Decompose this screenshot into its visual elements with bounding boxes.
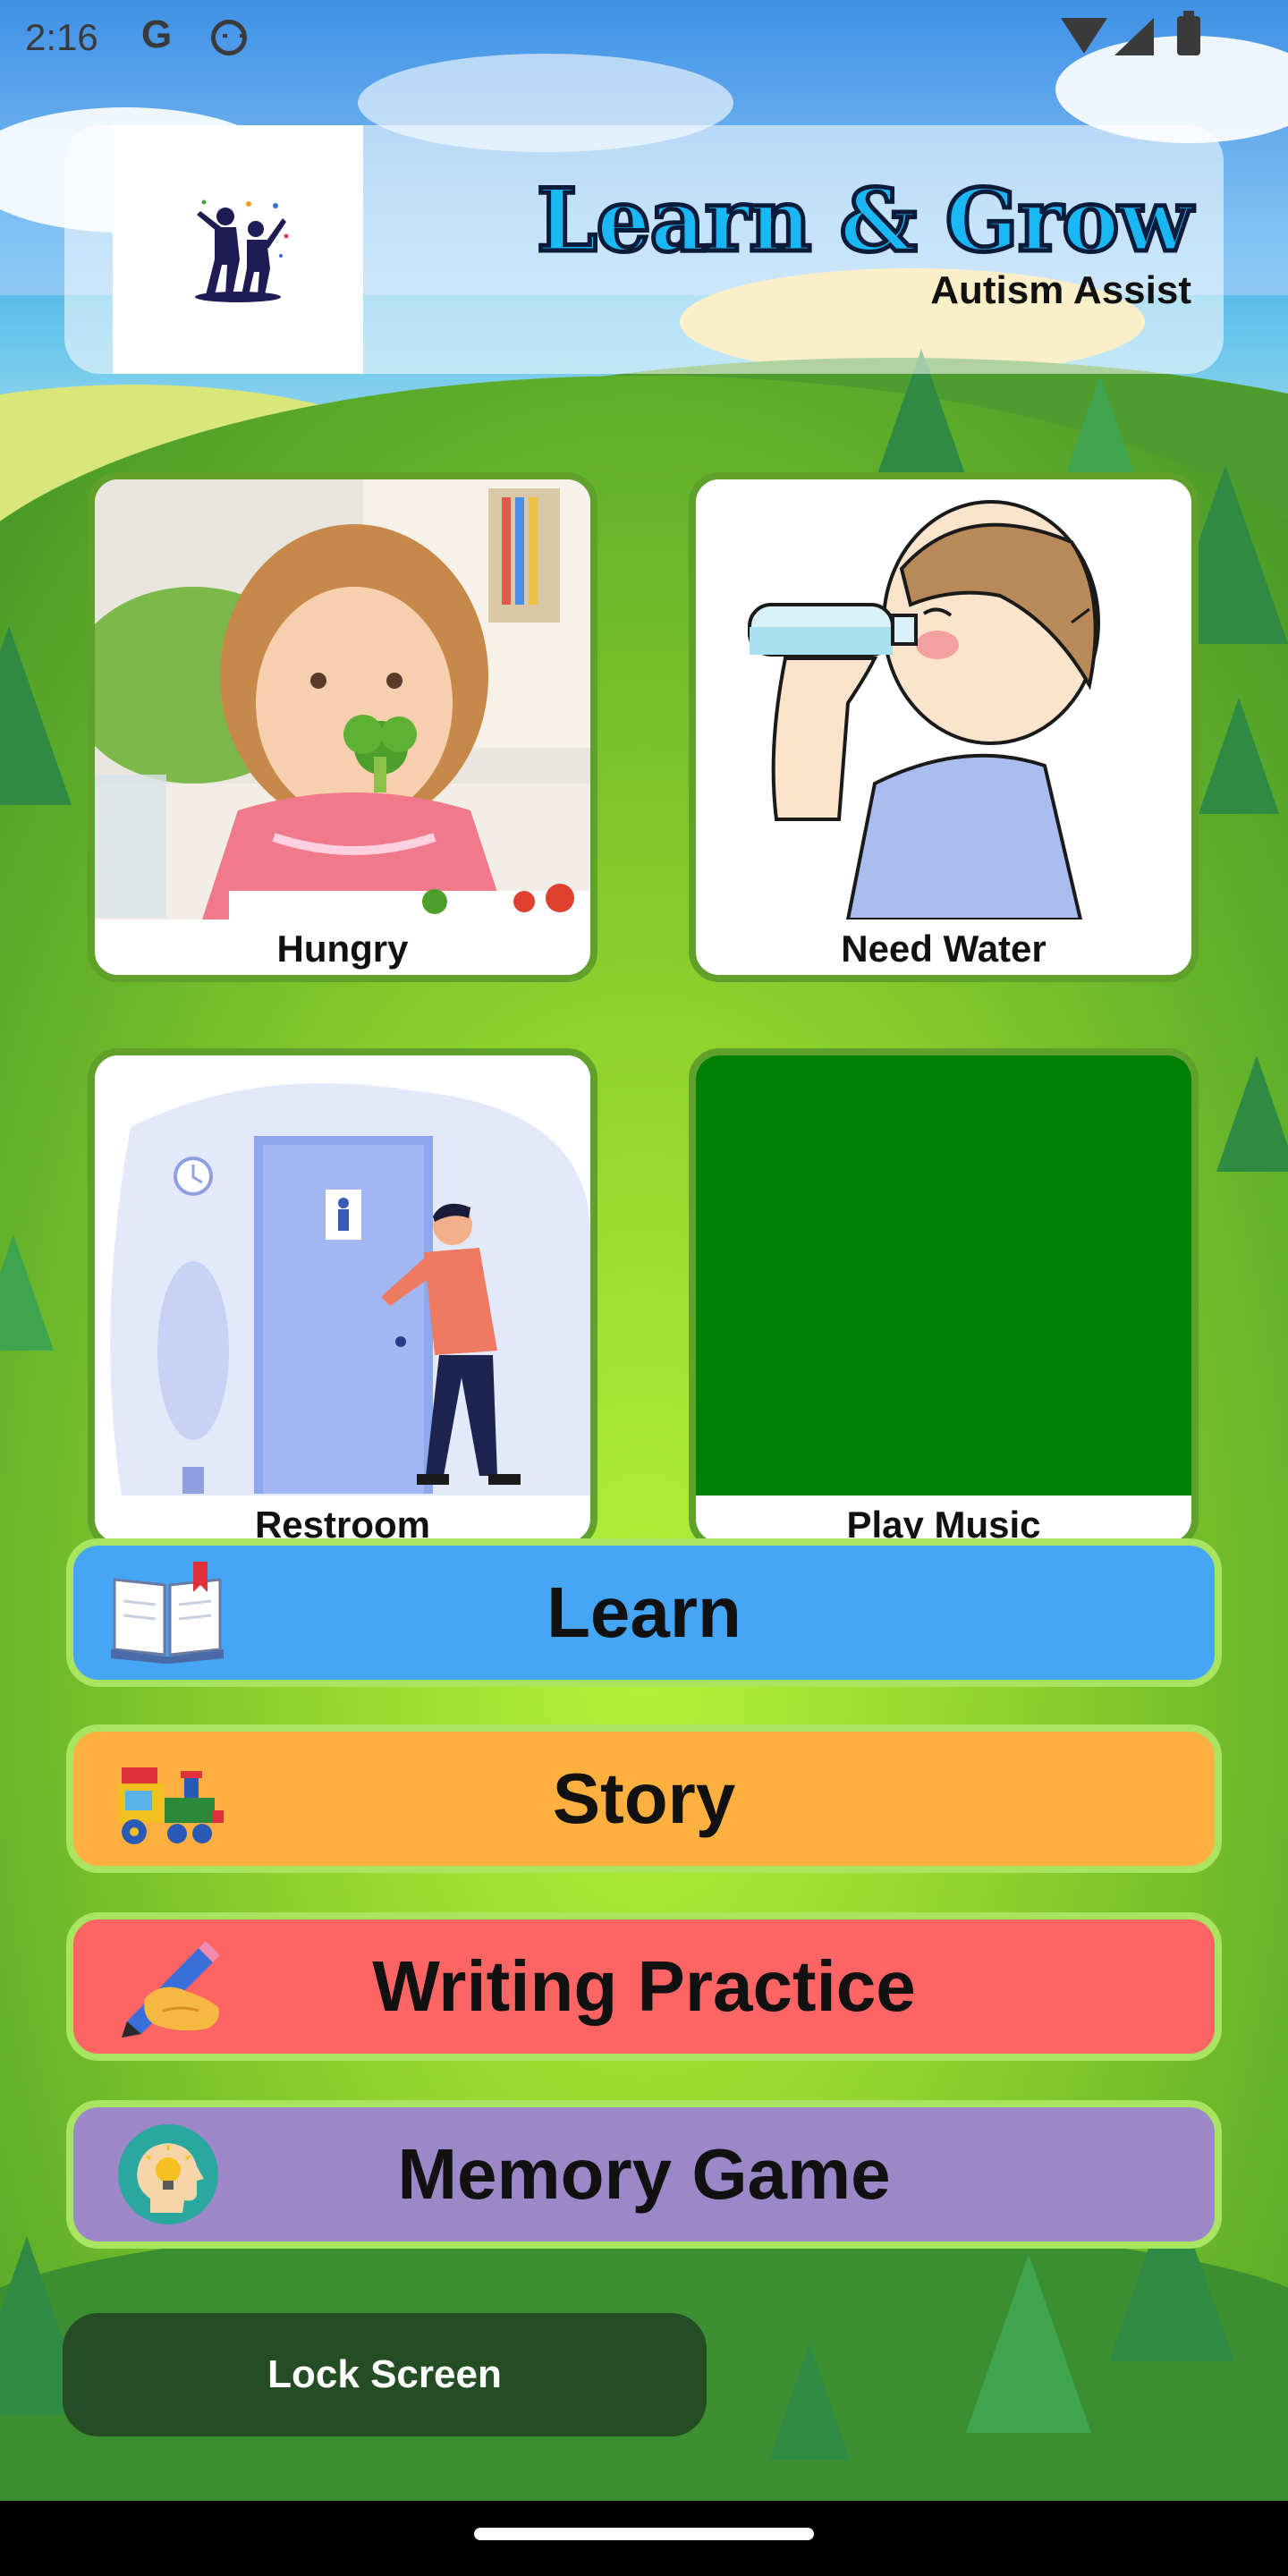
man-at-restroom-door-image: [95, 1055, 590, 1496]
app-title: Learn & Grow: [535, 168, 1195, 274]
story-button[interactable]: Story: [66, 1724, 1222, 1873]
lock-screen-button[interactable]: Lock Screen: [63, 2313, 707, 2436]
writing-practice-button[interactable]: Writing Practice: [66, 1912, 1222, 2061]
app-subtitle: Autism Assist: [930, 268, 1191, 312]
lock-screen-label: Lock Screen: [267, 2352, 502, 2396]
play-music-image-placeholder: [696, 1055, 1191, 1496]
tree: [0, 1234, 54, 1351]
tree: [0, 626, 72, 805]
app-header: Learn & Grow Autism Assist: [64, 125, 1224, 374]
memory-game-button-label: Memory Game: [397, 2134, 891, 2214]
girl-eating-broccoli-image: [95, 479, 590, 919]
card-label: Hungry: [276, 928, 409, 970]
memory-game-button[interactable]: Memory Game: [66, 2100, 1222, 2249]
google-g-icon: G: [141, 13, 173, 56]
kids-stars-logo-icon: [195, 199, 289, 302]
face-icon: [211, 20, 247, 55]
battery-icon: [1177, 11, 1200, 55]
card-play-music[interactable]: Play Music: [689, 1048, 1199, 1549]
open-book-icon: [111, 1562, 224, 1664]
tree: [966, 2254, 1091, 2433]
status-time: 2:16: [25, 16, 98, 58]
tree: [1216, 1055, 1288, 1172]
tree: [769, 2343, 850, 2460]
boy-drinking-water-image: [696, 479, 1191, 919]
writing-practice-button-label: Writing Practice: [372, 1946, 916, 2026]
learn-button[interactable]: Learn: [66, 1538, 1222, 1687]
app-logo: [113, 125, 363, 374]
card-hungry[interactable]: Hungry: [88, 472, 597, 982]
wifi-icon: [1061, 18, 1107, 54]
card-label: Need Water: [841, 928, 1046, 970]
story-button-label: Story: [552, 1758, 736, 1838]
learn-button-label: Learn: [547, 1572, 741, 1652]
status-bar: 2:16 G: [0, 0, 1288, 75]
card-need-water[interactable]: Need Water: [689, 472, 1199, 982]
card-restroom[interactable]: Restroom: [88, 1048, 597, 1549]
home-gesture-handle[interactable]: [474, 2528, 814, 2540]
pencil-hand-icon: [122, 1941, 220, 2038]
signal-icon: [1114, 18, 1154, 55]
tree: [1199, 698, 1279, 814]
toy-train-icon: [118, 1767, 224, 1844]
brain-lightbulb-icon: [118, 2124, 218, 2224]
navigation-bar: [0, 2501, 1288, 2576]
